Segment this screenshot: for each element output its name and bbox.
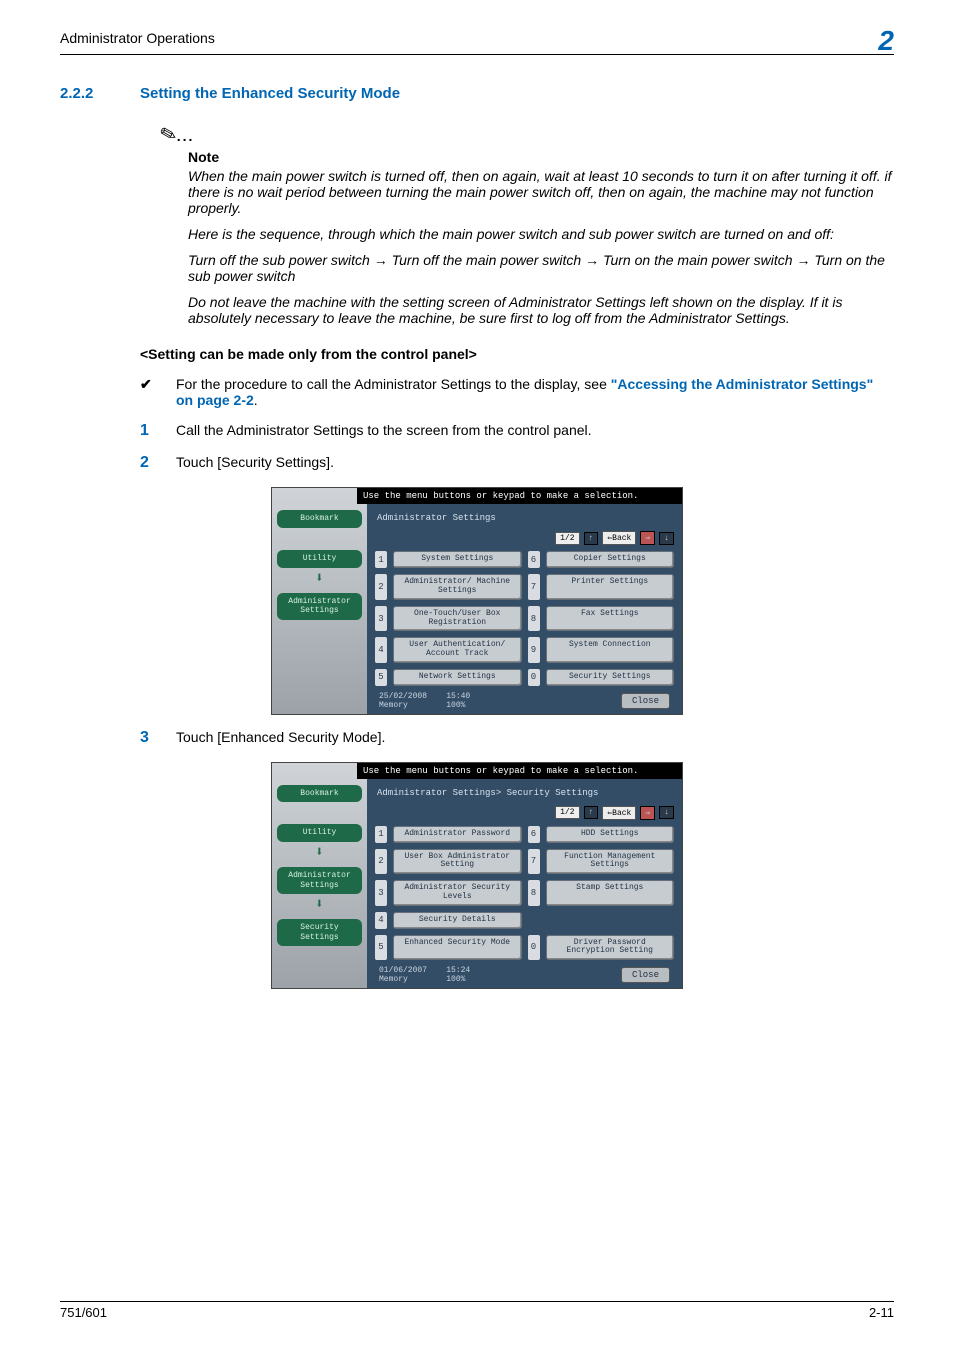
menu-index: 8 [528, 606, 540, 632]
footer-date: 01/06/2007 [379, 966, 427, 975]
footer-time: 15:40 [446, 692, 470, 701]
footer-model: 751/601 [60, 1305, 107, 1320]
close-button[interactable]: Close [621, 967, 670, 983]
menu-index: 3 [375, 880, 387, 906]
menu-index: 8 [528, 880, 540, 906]
menu-index: 7 [528, 574, 540, 600]
section-title: Setting the Enhanced Security Mode [140, 85, 400, 102]
subheading: <Setting can be made only from the contr… [140, 346, 894, 362]
step-number: 1 [140, 422, 176, 440]
note-label: Note [188, 149, 894, 165]
menu-index: 1 [375, 551, 387, 568]
menu-one-touch-user-box[interactable]: One-Touch/User Box Registration [393, 606, 522, 632]
note-paragraph: Here is the sequence, through which the … [188, 226, 894, 242]
sidebar-utility-button[interactable]: Utility [277, 824, 362, 842]
back-button[interactable]: ⇐Back [602, 531, 636, 545]
step-number: 2 [140, 454, 176, 472]
menu-user-auth-account-track[interactable]: User Authentication/ Account Track [393, 637, 522, 663]
sidebar-bookmark-button[interactable]: Bookmark [277, 785, 362, 803]
menu-hdd-settings[interactable]: HDD Settings [546, 826, 675, 843]
step-text: Touch [Security Settings]. [176, 454, 894, 472]
forward-button[interactable]: ⇒ [640, 531, 655, 545]
device-panel-security-settings: Use the menu buttons or keypad to make a… [271, 762, 683, 989]
footer-memory-pct: 100% [446, 701, 465, 710]
panel-hint: Use the menu buttons or keypad to make a… [357, 488, 682, 504]
note-paragraph: Turn off the sub power switch → Turn off… [188, 252, 894, 284]
menu-index: 0 [528, 935, 540, 961]
next-page-icon[interactable]: ↓ [659, 806, 674, 819]
menu-index: 0 [528, 669, 540, 686]
menu-fax-settings[interactable]: Fax Settings [546, 606, 675, 632]
breadcrumb: Administrator Settings> Security Setting… [375, 784, 674, 806]
menu-index: 5 [375, 669, 387, 686]
back-button[interactable]: ⇐Back [602, 806, 636, 820]
running-head: Administrator Operations [60, 30, 215, 46]
menu-copier-settings[interactable]: Copier Settings [546, 551, 675, 568]
menu-driver-password-encryption[interactable]: Driver Password Encryption Setting [546, 935, 675, 961]
menu-index: 5 [375, 935, 387, 961]
breadcrumb: Administrator Settings [375, 509, 674, 531]
menu-index: 2 [375, 574, 387, 600]
sidebar-admin-settings-button[interactable]: Administrator Settings [277, 867, 362, 894]
prev-page-icon[interactable]: ↑ [584, 806, 599, 819]
menu-user-box-admin[interactable]: User Box Administrator Setting [393, 849, 522, 875]
sidebar-utility-button[interactable]: Utility [277, 550, 362, 568]
footer-memory-label: Memory [379, 701, 408, 710]
menu-index: 1 [375, 826, 387, 843]
menu-index: 4 [375, 912, 387, 929]
next-page-icon[interactable]: ↓ [659, 532, 674, 545]
note-pencil-icon: ✎ [157, 121, 180, 149]
device-panel-admin-settings: Use the menu buttons or keypad to make a… [271, 487, 683, 714]
footer-date: 25/02/2008 [379, 692, 427, 701]
menu-system-connection[interactable]: System Connection [546, 637, 675, 663]
down-arrow-icon: ⬇ [277, 896, 362, 913]
sidebar-security-settings-button[interactable]: Security Settings [277, 919, 362, 946]
step-number: 3 [140, 729, 176, 747]
menu-index: 9 [528, 637, 540, 663]
menu-security-settings[interactable]: Security Settings [546, 669, 675, 686]
footer-memory-pct: 100% [446, 975, 465, 984]
menu-printer-settings[interactable]: Printer Settings [546, 574, 675, 600]
note-paragraph: Do not leave the machine with the settin… [188, 294, 894, 326]
menu-security-details[interactable]: Security Details [393, 912, 522, 929]
section-number: 2.2.2 [60, 85, 140, 102]
close-button[interactable]: Close [621, 693, 670, 709]
footer-page-number: 2-11 [869, 1305, 894, 1320]
note-dots-icon [177, 128, 195, 144]
down-arrow-icon: ⬇ [277, 844, 362, 861]
menu-index: 3 [375, 606, 387, 632]
down-arrow-icon: ⬇ [277, 570, 362, 587]
prev-page-icon[interactable]: ↑ [584, 532, 599, 545]
menu-admin-password[interactable]: Administrator Password [393, 826, 522, 843]
menu-index: 6 [528, 826, 540, 843]
menu-index: 2 [375, 849, 387, 875]
bullet-text: For the procedure to call the Administra… [176, 376, 894, 408]
footer-time: 15:24 [446, 966, 470, 975]
sidebar-admin-settings-button[interactable]: Administrator Settings [277, 593, 362, 620]
menu-function-mgmt[interactable]: Function Management Settings [546, 849, 675, 875]
footer-memory-label: Memory [379, 975, 408, 984]
menu-index: 7 [528, 849, 540, 875]
chapter-number: 2 [878, 30, 894, 52]
forward-button[interactable]: ⇒ [640, 806, 655, 820]
note-paragraph: When the main power switch is turned off… [188, 168, 894, 216]
page-indicator: 1/2 [555, 532, 579, 545]
menu-stamp-settings[interactable]: Stamp Settings [546, 880, 675, 906]
step-text: Touch [Enhanced Security Mode]. [176, 729, 894, 747]
page-indicator: 1/2 [555, 806, 579, 819]
sidebar-bookmark-button[interactable]: Bookmark [277, 510, 362, 528]
panel-hint: Use the menu buttons or keypad to make a… [357, 763, 682, 779]
menu-enhanced-security-mode[interactable]: Enhanced Security Mode [393, 935, 522, 961]
menu-admin-security-levels[interactable]: Administrator Security Levels [393, 880, 522, 906]
menu-index: 4 [375, 637, 387, 663]
bullet-check-icon: ✔ [140, 376, 176, 408]
menu-network-settings[interactable]: Network Settings [393, 669, 522, 686]
menu-index: 6 [528, 551, 540, 568]
step-text: Call the Administrator Settings to the s… [176, 422, 894, 440]
menu-system-settings[interactable]: System Settings [393, 551, 522, 568]
menu-admin-machine-settings[interactable]: Administrator/ Machine Settings [393, 574, 522, 600]
